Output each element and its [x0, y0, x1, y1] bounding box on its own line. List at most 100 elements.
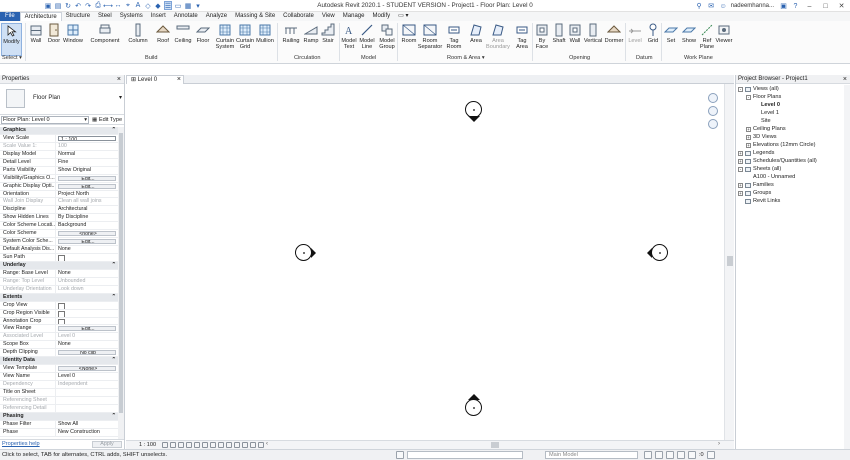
property-value[interactable]: New Construction — [56, 429, 118, 436]
property-checkbox[interactable] — [56, 254, 118, 261]
tree-item-level-0[interactable]: Level 0 — [736, 101, 844, 109]
properties-scrollbar[interactable] — [118, 127, 124, 439]
tab-steel[interactable]: Steel — [94, 12, 116, 21]
close-icon[interactable]: × — [177, 76, 181, 84]
visual-style-icon[interactable] — [170, 442, 176, 448]
set-button[interactable]: Set — [663, 23, 679, 44]
property-value[interactable]: Level 0 — [56, 373, 118, 380]
property-value[interactable]: Project North — [56, 191, 118, 198]
by-face-button[interactable]: By Face — [534, 23, 550, 50]
expand-icon[interactable]: + — [738, 182, 743, 188]
property-edit-button[interactable]: Edit... — [58, 175, 116, 181]
property-value[interactable]: Show Original — [56, 167, 118, 174]
property-value[interactable] — [56, 389, 118, 396]
wall-button[interactable]: Wall — [567, 23, 583, 44]
tree-item-revit-links[interactable]: Revit Links — [736, 197, 844, 205]
filter-count[interactable]: :0 — [699, 451, 704, 459]
tag-icon[interactable]: ⌖ — [124, 1, 132, 10]
scroll-left-icon[interactable]: ‹ — [266, 441, 268, 447]
collapse-icon[interactable]: - — [738, 86, 743, 92]
tree-item-families[interactable]: + Families — [736, 181, 844, 189]
close-icon[interactable]: × — [117, 75, 121, 84]
tab-analyze[interactable]: Analyze — [202, 12, 231, 21]
tab-insert[interactable]: Insert — [147, 12, 170, 21]
elevation-marker-east[interactable] — [651, 244, 668, 261]
select-links-icon[interactable] — [644, 451, 652, 459]
mullion-button[interactable]: Mullion — [255, 23, 275, 44]
zoom-icon[interactable] — [708, 106, 718, 116]
category-identity-data[interactable]: Identity Data ⌃ — [0, 357, 118, 366]
properties-help-link[interactable]: Properties help — [2, 441, 40, 447]
property-edit-button[interactable]: Edit... — [58, 326, 116, 332]
select-underlay-icon[interactable] — [655, 451, 663, 459]
workset-dropdown[interactable] — [407, 451, 523, 459]
username[interactable]: nadeemhanna... — [731, 3, 774, 9]
tree-item-level-1[interactable]: Level 1 — [736, 109, 844, 117]
ribbon-minimize-icon[interactable]: ▭ ▾ — [394, 12, 412, 21]
tab-structure[interactable]: Structure — [62, 12, 94, 21]
curtain-grid-button[interactable]: Curtain Grid — [236, 23, 254, 50]
print-icon[interactable]: ⎙ — [94, 1, 102, 10]
property-value[interactable]: None — [56, 246, 118, 253]
property-value[interactable]: Normal — [56, 151, 118, 158]
expand-icon[interactable]: + — [746, 126, 751, 132]
text-icon[interactable]: A — [134, 1, 142, 10]
thin-lines-icon[interactable]: ☰ — [164, 1, 172, 10]
property-edit-button[interactable]: <None> — [58, 366, 116, 372]
viewer-button[interactable]: Viewer — [714, 23, 734, 44]
close-button[interactable]: ✕ — [835, 1, 848, 11]
instance-dropdown[interactable]: Floor Plan: Level 0 ▾ — [1, 116, 89, 124]
collapse-icon[interactable]: - — [746, 94, 751, 100]
temporary-hide-icon[interactable] — [218, 442, 224, 448]
worksets-icon[interactable] — [396, 451, 404, 459]
expand-icon[interactable]: + — [746, 142, 751, 148]
category-underlay[interactable]: Underlay ⌃ — [0, 261, 118, 270]
property-edit-button[interactable]: No clip — [58, 350, 116, 356]
type-selector[interactable]: Floor Plan ▾ — [0, 84, 124, 115]
constraints-icon[interactable] — [258, 442, 264, 448]
roof-button[interactable]: Roof — [155, 23, 171, 44]
wall-button[interactable]: Wall — [28, 23, 44, 44]
apply-button[interactable]: Apply — [92, 441, 122, 448]
expand-icon[interactable]: + — [738, 150, 743, 156]
sun-path-icon[interactable] — [178, 442, 184, 448]
property-edit-button[interactable]: Edit... — [58, 183, 116, 189]
tab-view[interactable]: View — [318, 12, 339, 21]
tree-item-schedules-quantities-all[interactable]: + Schedules/Quantities (all) — [736, 157, 844, 165]
highlight-displacement-icon[interactable] — [250, 442, 256, 448]
tab-architecture[interactable]: Architecture — [19, 12, 62, 21]
view-tab-level-0[interactable]: ⊞ Level 0 × — [126, 75, 184, 84]
tree-item-legends[interactable]: + Legends — [736, 149, 844, 157]
app-store-icon[interactable]: ▣ — [779, 2, 788, 11]
crop-region-icon[interactable] — [202, 442, 208, 448]
property-checkbox[interactable] — [56, 310, 118, 317]
property-value[interactable]: 1 : 100 — [58, 135, 116, 141]
tree-item-groups[interactable]: + Groups — [736, 189, 844, 197]
property-edit-button[interactable]: Edit... — [58, 239, 116, 245]
shadows-icon[interactable] — [186, 442, 192, 448]
category-graphics[interactable]: Graphics ⌃ — [0, 127, 118, 135]
model-line-button[interactable]: Model Line — [358, 23, 376, 50]
collapse-icon[interactable]: ⌃ — [100, 127, 118, 134]
ramp-button[interactable]: Ramp — [303, 23, 319, 44]
tree-item-site[interactable]: Site — [736, 117, 844, 125]
close-icon[interactable]: × — [843, 75, 847, 84]
scroll-right-icon[interactable]: › — [718, 441, 720, 447]
collapse-icon[interactable]: ⌃ — [100, 357, 118, 364]
railing-button[interactable]: Railing — [281, 23, 301, 44]
collapse-icon[interactable]: ⌃ — [100, 294, 118, 301]
edit-type-button[interactable]: ▦ Edit Type — [92, 116, 122, 124]
vertical-button[interactable]: Vertical — [583, 23, 603, 44]
zoom-extents-icon[interactable] — [708, 119, 718, 129]
filter-icon[interactable] — [706, 451, 715, 459]
category-extents[interactable]: Extents ⌃ — [0, 293, 118, 302]
tree-item-floor-plans[interactable]: - Floor Plans — [736, 93, 844, 101]
customize-icon[interactable]: ▾ — [194, 1, 202, 10]
model-text-button[interactable]: A Model Text — [340, 23, 358, 50]
elevation-marker-west[interactable] — [295, 244, 312, 261]
property-value[interactable]: By Discipline — [56, 214, 118, 221]
select-by-face-icon[interactable] — [677, 451, 685, 459]
expand-icon[interactable]: + — [738, 158, 743, 164]
shaft-button[interactable]: Shaft — [551, 23, 567, 44]
tree-item-sheets-all[interactable]: - Sheets (all) — [736, 165, 844, 173]
